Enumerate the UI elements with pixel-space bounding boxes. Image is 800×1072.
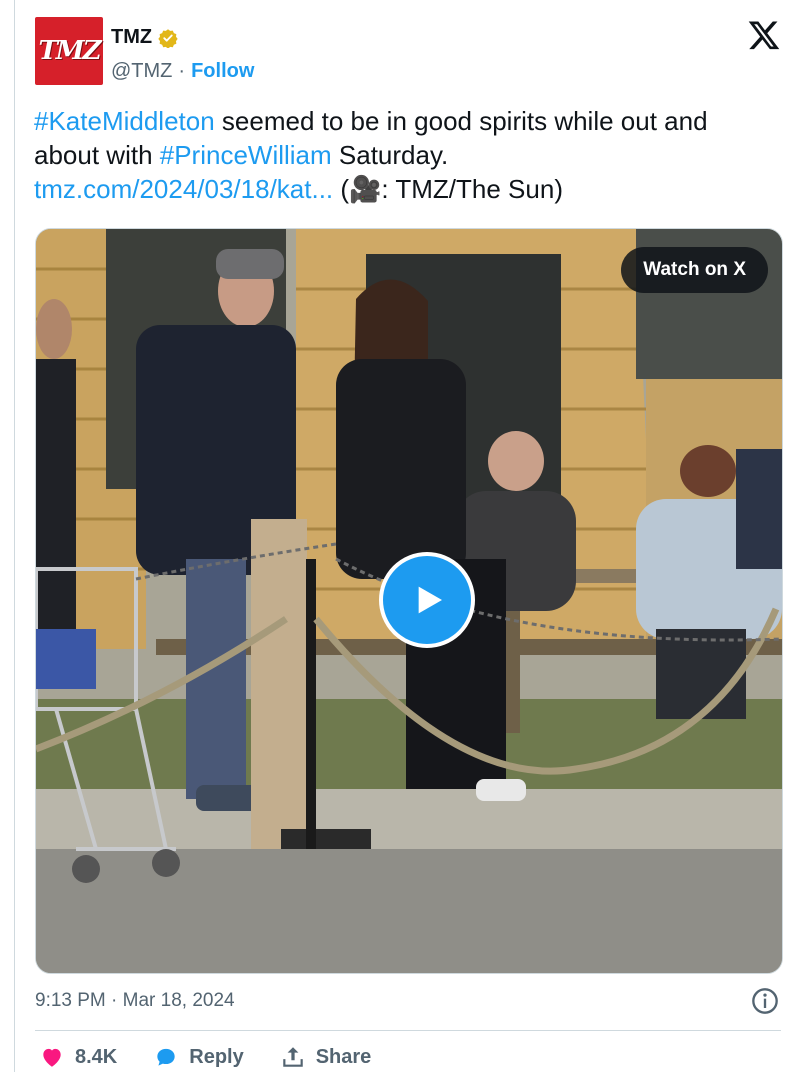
like-count: 8.4K bbox=[75, 1045, 118, 1068]
tweet-text-part2: Saturday. bbox=[331, 140, 449, 170]
handle-row: @TMZ · Follow bbox=[111, 60, 254, 83]
like-button[interactable]: 8.4K bbox=[39, 1044, 117, 1070]
tweet-card: TMZ TMZ @TMZ · Follow #KateMiddleton see… bbox=[14, 0, 800, 1072]
separator-dot: · bbox=[178, 60, 186, 82]
action-bar: 8.4K Reply Share bbox=[39, 1044, 371, 1070]
reply-button[interactable]: Reply bbox=[153, 1044, 244, 1070]
video-player[interactable]: Watch on X bbox=[35, 228, 783, 974]
avatar[interactable]: TMZ bbox=[35, 17, 103, 85]
account-handle[interactable]: @TMZ bbox=[111, 60, 172, 83]
avatar-logo-text: TMZ bbox=[38, 36, 101, 66]
media-credit: (🎥: TMZ/The Sun) bbox=[333, 174, 563, 204]
hashtag-princewilliam[interactable]: #PrinceWilliam bbox=[160, 140, 332, 170]
heart-icon bbox=[43, 1048, 61, 1067]
x-logo-icon[interactable] bbox=[747, 18, 781, 52]
tweet-text: #KateMiddleton seemed to be in good spir… bbox=[34, 104, 774, 206]
hashtag-katemiddleton[interactable]: #KateMiddleton bbox=[34, 106, 215, 136]
tweet-timestamp[interactable]: 9:13 PM · Mar 18, 2024 bbox=[35, 990, 235, 1012]
follow-button[interactable]: Follow bbox=[191, 60, 254, 83]
reply-bubble-icon bbox=[157, 1048, 175, 1066]
watch-on-x-button[interactable]: Watch on X bbox=[621, 247, 768, 293]
info-icon[interactable] bbox=[751, 987, 779, 1015]
article-link[interactable]: tmz.com/2024/03/18/kat... bbox=[34, 174, 333, 204]
reply-label: Reply bbox=[189, 1045, 244, 1068]
divider bbox=[35, 1030, 781, 1031]
share-label: Share bbox=[315, 1045, 372, 1068]
play-button[interactable] bbox=[379, 552, 475, 648]
account-name[interactable]: TMZ bbox=[111, 26, 152, 49]
verified-badge-icon bbox=[158, 28, 178, 48]
share-button[interactable]: Share bbox=[280, 1044, 372, 1070]
play-icon bbox=[418, 586, 442, 614]
share-icon bbox=[282, 1047, 303, 1067]
account-name-row[interactable]: TMZ bbox=[111, 26, 178, 49]
